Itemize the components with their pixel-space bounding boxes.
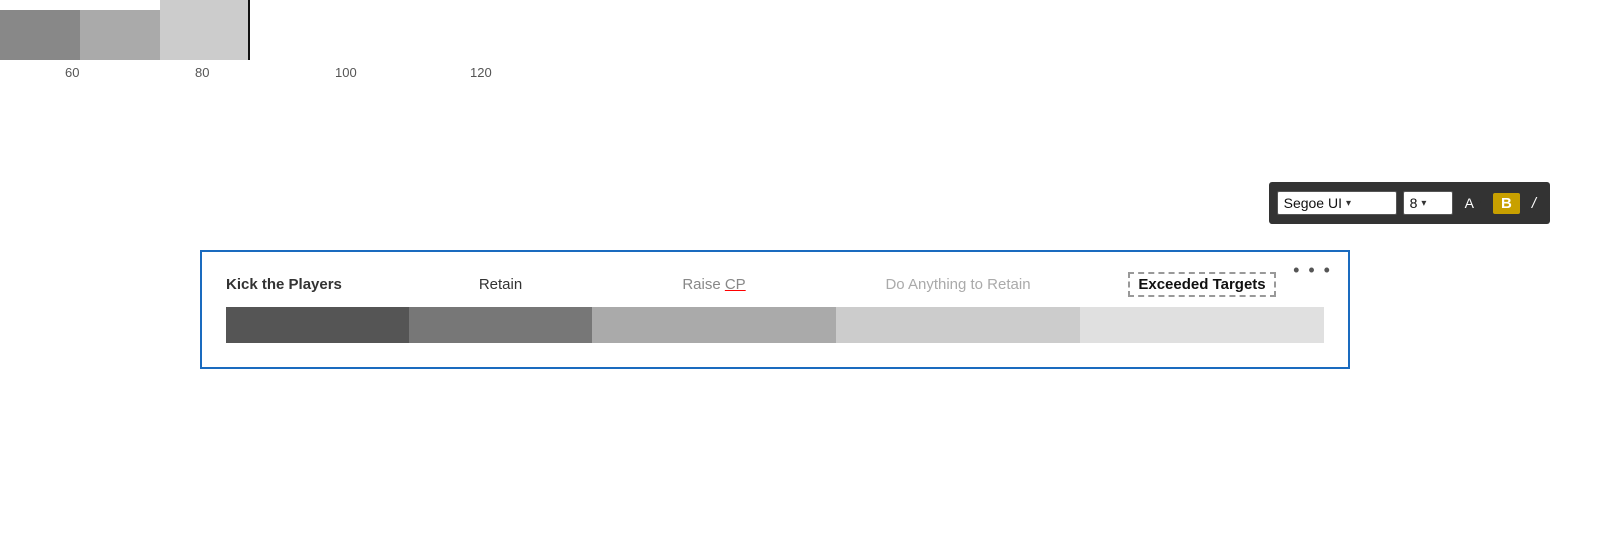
legend-label-kick: Kick the Players	[226, 276, 409, 293]
legend-label-do-anything: Do Anything to Retain	[836, 276, 1080, 293]
axis-label-80: 80	[195, 65, 209, 80]
legend-box: • • • Kick the Players Retain Raise CP D…	[200, 250, 1350, 369]
bar-segment-dark	[409, 307, 592, 343]
font-family-chevron-icon: ▾	[1346, 198, 1351, 209]
raise-label-text: Raise	[682, 276, 725, 293]
font-family-select[interactable]: Segoe UI ▾	[1277, 191, 1397, 215]
bar-segment-light	[836, 307, 1080, 343]
font-size-select[interactable]: 8 ▾	[1403, 191, 1453, 215]
font-size-value: 8	[1410, 195, 1418, 211]
a-label: A	[1465, 195, 1474, 211]
bar-segment-medium	[592, 307, 836, 343]
font-size-chevron-icon: ▾	[1421, 198, 1426, 209]
raise-cp-underline: CP	[725, 276, 746, 293]
exceeded-targets-box: Exceeded Targets	[1128, 272, 1275, 297]
chart-bar-60	[0, 10, 80, 60]
formatting-toolbar: Segoe UI ▾ 8 ▾ A ▾ B /	[1269, 182, 1550, 224]
bar-segment-lightest	[1080, 307, 1324, 343]
bar-segment-darkest	[226, 307, 409, 343]
color-blocks	[0, 0, 250, 60]
chart-bar-80	[80, 10, 160, 60]
legend-label-raise-cp: Raise CP	[592, 276, 836, 293]
chart-area: 60 80 100 120	[0, 0, 520, 110]
more-options-button[interactable]: • • •	[1293, 260, 1332, 281]
axis-label-60: 60	[65, 65, 79, 80]
legend-labels-row: Kick the Players Retain Raise CP Do Anyt…	[226, 272, 1324, 297]
axis-label-120: 120	[470, 65, 492, 80]
axis-label-100: 100	[335, 65, 357, 80]
italic-label: /	[1532, 195, 1536, 212]
bold-label: B	[1501, 195, 1512, 212]
font-color-chevron-icon: ▾	[1476, 198, 1481, 209]
legend-label-exceeded: Exceeded Targets	[1080, 272, 1324, 297]
chart-bar-100	[160, 0, 250, 60]
legend-color-bar	[226, 307, 1324, 343]
legend-label-retain: Retain	[409, 276, 592, 293]
font-color-button[interactable]: A ▾	[1459, 193, 1487, 213]
font-family-value: Segoe UI	[1284, 195, 1342, 211]
bold-button[interactable]: B	[1493, 193, 1520, 214]
italic-button[interactable]: /	[1526, 193, 1542, 214]
